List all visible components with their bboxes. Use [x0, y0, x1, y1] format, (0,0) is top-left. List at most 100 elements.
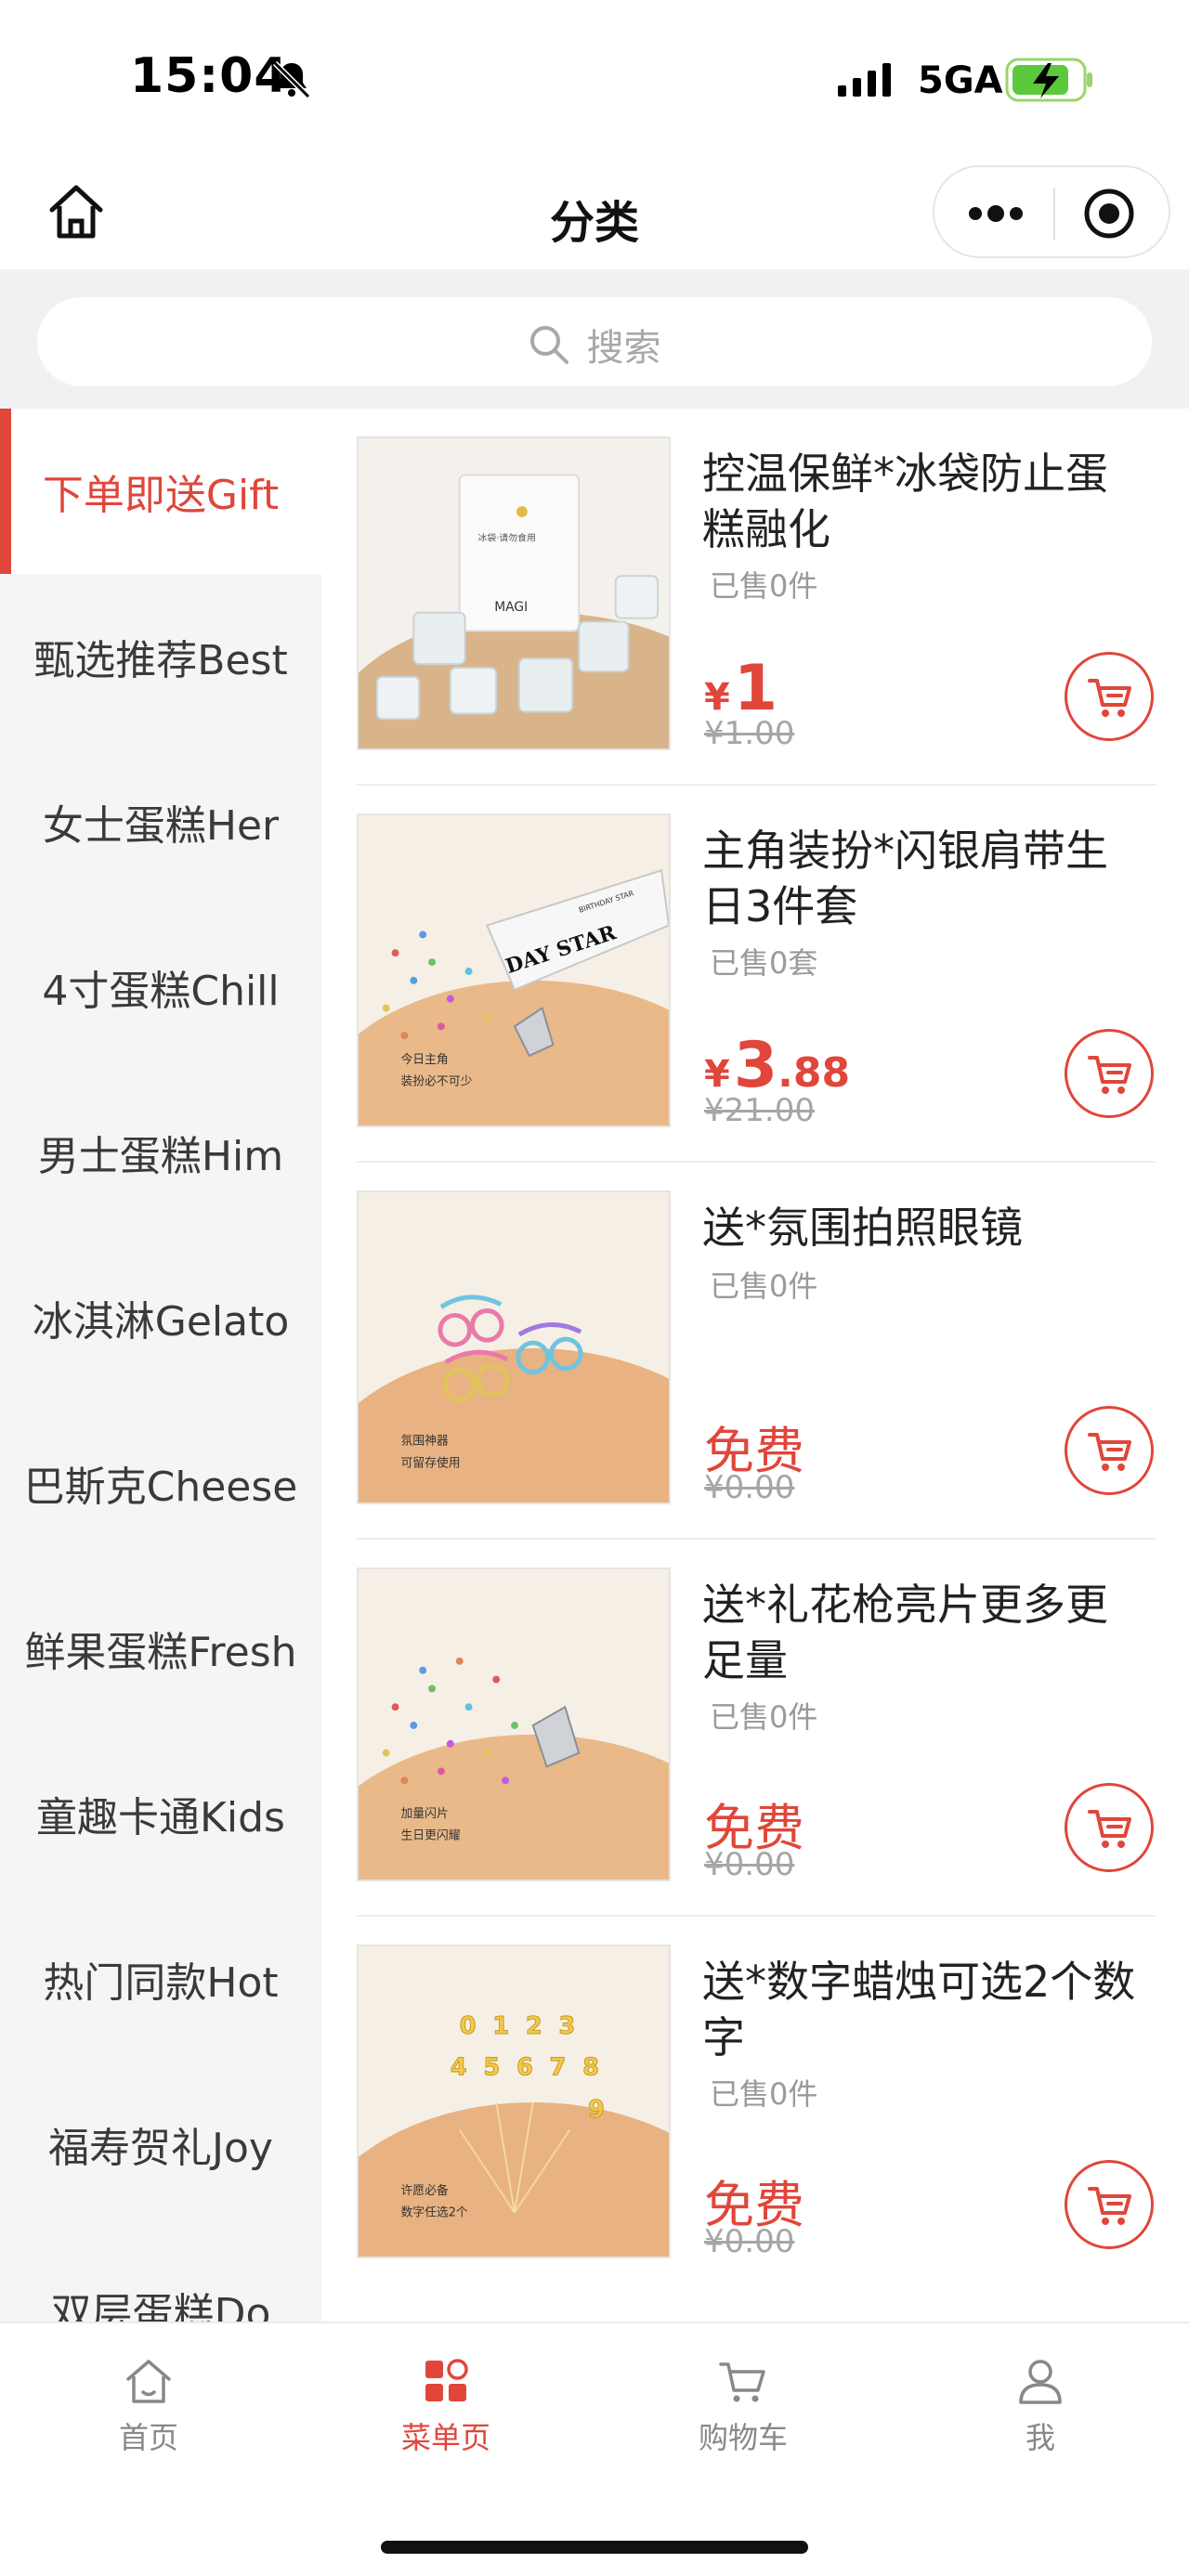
birthday-sash-image: DAY STAR BIRTHDAY STAR 今日主角 装扮必不可少 [359, 815, 669, 1125]
sold-count: 已售0件 [710, 1699, 818, 1735]
image-text: 氛围神器 [400, 1435, 448, 1449]
tab-menu[interactable]: 菜单页 [297, 2355, 594, 2457]
close-target-icon[interactable] [1083, 188, 1135, 240]
product-name: 控温保鲜*冰袋防止蛋糕融化 [702, 449, 1108, 554]
tab-profile[interactable]: 我 [892, 2355, 1189, 2457]
image-text: 许愿必备 [400, 2184, 448, 2198]
home-indicator[interactable] [381, 2541, 808, 2554]
product-card[interactable]: 加量闪片 生日更闪耀 送*礼花枪亮片更多更足量 已售0件 免费 ¥0.00 [357, 1540, 1156, 1917]
ice-pack-image: 冰袋·请勿食用 MAGI [359, 438, 669, 748]
product-card[interactable]: 0 1 2 3 4 5 6 7 8 9 许愿必备 数字任选2个 送*数字蜡烛可选… [357, 1917, 1156, 2294]
product-image[interactable]: 氛围神器 可留存使用 [357, 1190, 671, 1504]
image-text: 冰袋·请勿食用 [477, 532, 535, 544]
image-text: 8 [582, 2053, 599, 2081]
add-to-cart-button[interactable] [1065, 1783, 1154, 1872]
original-price: ¥0.00 [704, 1469, 795, 1506]
image-text: 今日主角 [400, 1052, 448, 1067]
tab-label: 我 [1025, 2420, 1055, 2455]
add-to-cart-button[interactable] [1065, 2160, 1154, 2249]
image-text: 可留存使用 [400, 1455, 460, 1470]
tab-label: 购物车 [698, 2420, 788, 2455]
sold-count: 已售0件 [710, 2076, 818, 2112]
image-text: MAGI [494, 600, 528, 615]
category-label: 热门同款Hot [43, 1959, 279, 2007]
product-image[interactable]: 加量闪片 生日更闪耀 [357, 1568, 671, 1881]
original-price: ¥0.00 [704, 1846, 795, 1883]
bell-muted-icon [272, 60, 311, 99]
search-input[interactable]: 搜索 [37, 297, 1152, 386]
product-image[interactable]: DAY STAR BIRTHDAY STAR 今日主角 装扮必不可少 [357, 813, 671, 1127]
category-item[interactable]: 热门同款Hot [0, 1896, 321, 2062]
category-label: 冰淇淋Gelato [32, 1298, 290, 1346]
category-item[interactable]: 4寸蛋糕Chill [0, 904, 321, 1070]
cart-icon [719, 2362, 765, 2402]
add-to-cart-button[interactable] [1065, 1029, 1154, 1118]
search-placeholder: 搜索 [586, 327, 661, 370]
category-item[interactable]: 福寿贺礼Joy [0, 2062, 321, 2227]
category-item[interactable]: 童趣卡通Kids [0, 1731, 321, 1896]
confetti-gun-image: 加量闪片 生日更闪耀 [359, 1569, 669, 1880]
image-text: 数字任选2个 [400, 2206, 467, 2220]
category-item[interactable]: 下单即送Gift [0, 409, 321, 574]
image-text: 生日更闪耀 [400, 1829, 460, 1843]
category-label: 甄选推荐Best [33, 637, 288, 684]
cart-icon [1088, 1056, 1131, 1094]
category-label: 童趣卡通Kids [36, 1794, 285, 1841]
price-symbol: ¥ [704, 1053, 730, 1096]
category-item[interactable]: 甄选推荐Best [0, 574, 321, 739]
active-indicator [0, 409, 11, 574]
status-bar: 15:04 5GA [0, 0, 1189, 158]
original-price: ¥0.00 [704, 2223, 795, 2260]
product-card[interactable]: DAY STAR BIRTHDAY STAR 今日主角 装扮必不可少 主角装扮*… [357, 786, 1156, 1163]
image-text: 2 [526, 2012, 542, 2040]
capsule-divider [1053, 188, 1055, 240]
product-list: 冰袋·请勿食用 MAGI 控温保鲜*冰袋防止蛋糕融化 已售0件 ¥1 ¥1.00 [321, 409, 1189, 2322]
cart-icon [1088, 679, 1131, 717]
category-label: 双层蛋糕Do [50, 2290, 271, 2322]
status-time: 15:04 [130, 48, 289, 104]
image-text: 9 [588, 2096, 605, 2124]
product-name: 送*数字蜡烛可选2个数字 [702, 1957, 1136, 2062]
category-label: 男士蛋糕Him [37, 1133, 284, 1180]
image-text: 1 [492, 2012, 509, 2040]
category-item[interactable]: 双层蛋糕Do [0, 2227, 321, 2322]
image-text: 6 [516, 2053, 533, 2081]
search-icon [530, 326, 569, 364]
category-label: 福寿贺礼Joy [48, 2125, 273, 2172]
product-card[interactable]: 氛围神器 可留存使用 送*氛围拍照眼镜 已售0件 免费 ¥0.00 [357, 1163, 1156, 1540]
category-label: 女士蛋糕Her [42, 802, 280, 850]
tab-home[interactable]: 首页 [0, 2355, 297, 2457]
add-to-cart-button[interactable] [1065, 1406, 1154, 1495]
category-item[interactable]: 巴斯克Cheese [0, 1400, 321, 1566]
nav-bar: 分类 [0, 158, 1189, 269]
category-item[interactable]: 冰淇淋Gelato [0, 1235, 321, 1400]
sold-count: 已售0套 [710, 945, 818, 981]
product-name: 送*礼花枪亮片更多更足量 [702, 1580, 1108, 1685]
cart-icon [1088, 1810, 1131, 1848]
product-name: 主角装扮*闪银肩带生日3件套 [702, 826, 1108, 931]
category-item[interactable]: 男士蛋糕Him [0, 1070, 321, 1235]
category-item[interactable]: 鲜果蛋糕Fresh [0, 1566, 321, 1731]
add-to-cart-button[interactable] [1065, 652, 1154, 741]
original-price: ¥1.00 [704, 715, 795, 752]
cart-icon [1088, 2187, 1131, 2225]
tab-label: 首页 [118, 2420, 178, 2455]
more-icon[interactable] [966, 201, 1026, 227]
sold-count: 已售0件 [710, 568, 818, 604]
category-label: 下单即送Gift [42, 472, 280, 519]
tab-cart[interactable]: 购物车 [594, 2355, 892, 2457]
image-text: 3 [558, 2012, 575, 2040]
mini-program-capsule [933, 165, 1170, 258]
cart-icon [1088, 1433, 1131, 1471]
image-text: 加量闪片 [400, 1807, 448, 1821]
product-image[interactable]: 冰袋·请勿食用 MAGI [357, 436, 671, 750]
image-text: 装扮必不可少 [400, 1075, 472, 1089]
product-name: 送*氛围拍照眼镜 [702, 1203, 1023, 1253]
signal-icon [838, 63, 891, 97]
category-label: 4寸蛋糕Chill [42, 968, 280, 1015]
image-text: 7 [550, 2053, 567, 2081]
product-image[interactable]: 0 1 2 3 4 5 6 7 8 9 许愿必备 数字任选2个 [357, 1945, 671, 2258]
category-item[interactable]: 女士蛋糕Her [0, 739, 321, 904]
product-card[interactable]: 冰袋·请勿食用 MAGI 控温保鲜*冰袋防止蛋糕融化 已售0件 ¥1 ¥1.00 [357, 409, 1156, 786]
menu-grid-icon [425, 2359, 468, 2401]
